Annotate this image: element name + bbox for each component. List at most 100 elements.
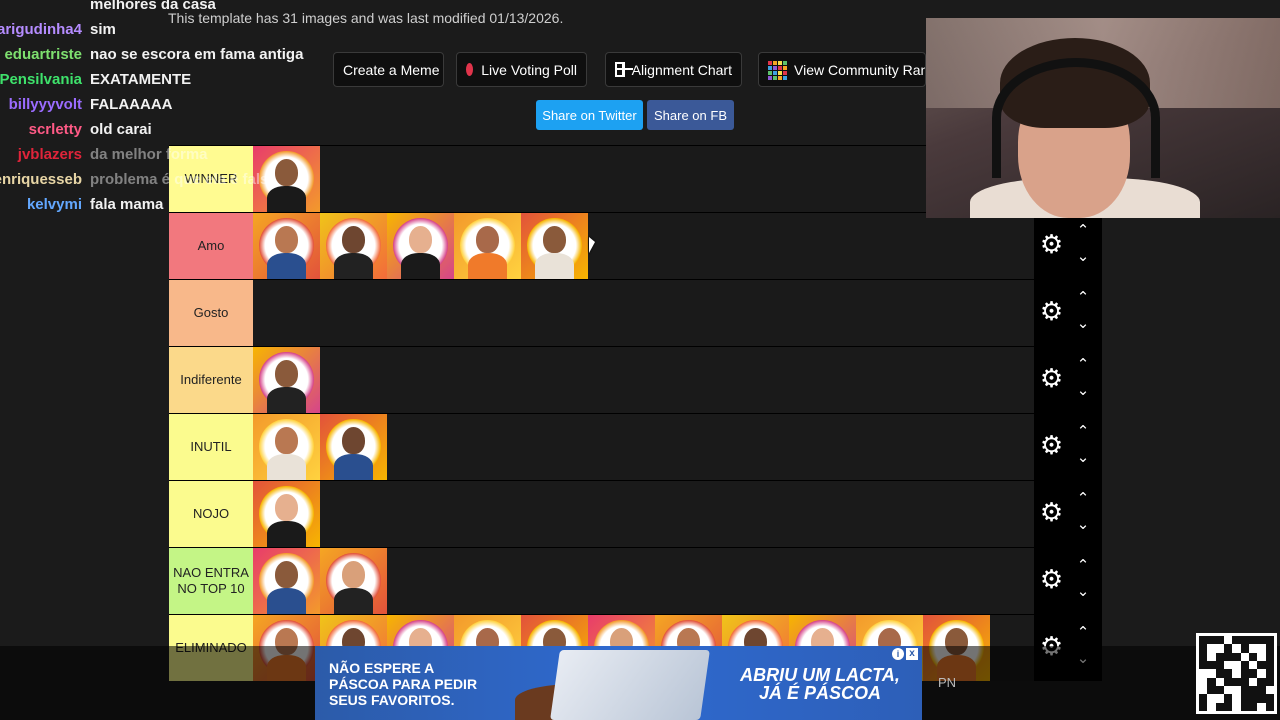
qr-cell bbox=[1248, 685, 1258, 695]
chevron-down-icon[interactable]: ⌄ bbox=[1074, 249, 1092, 264]
chevron-up-icon[interactable]: ⌃ bbox=[1074, 491, 1092, 506]
chat-text: nao se escora em fama antiga bbox=[90, 46, 304, 63]
photo-face bbox=[275, 494, 298, 521]
photo-face bbox=[275, 561, 298, 588]
chevron-up-icon[interactable]: ⌃ bbox=[1074, 223, 1092, 238]
qr-cell bbox=[1199, 669, 1208, 678]
chat-username: scrletty bbox=[28, 121, 82, 138]
ad-banner[interactable]: NÃO ESPERE A PÁSCOA PARA PEDIR SEUS FAVO… bbox=[315, 646, 922, 720]
chat-message: enriquesseb problema é que ela é falsa bbox=[0, 171, 1280, 195]
mouse-cursor-icon bbox=[589, 237, 595, 253]
qr-cell bbox=[1265, 636, 1274, 645]
tier-label[interactable]: Indiferente bbox=[169, 347, 253, 413]
qr-cell bbox=[1240, 702, 1249, 711]
chevron-up-icon[interactable]: ⌃ bbox=[1074, 625, 1092, 640]
qr-cell bbox=[1215, 702, 1224, 711]
qr-cell bbox=[1232, 685, 1241, 695]
photo-body bbox=[267, 387, 306, 413]
tier-label[interactable]: Gosto bbox=[169, 280, 253, 346]
contestant-photo[interactable] bbox=[253, 213, 320, 279]
chat-message: melhores da casa bbox=[0, 0, 1280, 20]
chat-username: arigudinha4 bbox=[0, 21, 82, 38]
qr-cell bbox=[1248, 644, 1258, 653]
tier-label[interactable]: NAO ENTRA NO TOP 10 bbox=[169, 548, 253, 614]
gear-icon[interactable]: ⚙ bbox=[1038, 298, 1065, 325]
qr-cell bbox=[1240, 677, 1249, 686]
contestant-photo[interactable] bbox=[387, 213, 454, 279]
photo-body bbox=[267, 521, 306, 547]
gear-icon[interactable]: ⚙ bbox=[1038, 566, 1065, 593]
qr-cell bbox=[1248, 694, 1258, 703]
ad-product-box-image bbox=[550, 650, 710, 720]
chat-username: eduartriste bbox=[4, 46, 82, 63]
chat-message: kelvymi fala mama bbox=[0, 196, 1280, 220]
photo-face bbox=[342, 561, 365, 588]
contestant-photo[interactable] bbox=[253, 548, 320, 614]
contestant-photo[interactable] bbox=[320, 548, 387, 614]
qr-cell bbox=[1240, 694, 1249, 703]
tier-controls: ⚙ ⌃ ⌄ bbox=[1034, 212, 1102, 279]
qr-cell bbox=[1223, 694, 1233, 703]
contestant-photo[interactable] bbox=[253, 347, 320, 413]
chevron-up-icon[interactable]: ⌃ bbox=[1074, 558, 1092, 573]
tier-label[interactable]: Amo bbox=[169, 213, 253, 279]
qr-cell bbox=[1223, 660, 1233, 670]
chevron-down-icon[interactable]: ⌄ bbox=[1074, 584, 1092, 599]
tier-items bbox=[253, 481, 320, 547]
qr-cell bbox=[1207, 694, 1216, 703]
gear-icon[interactable]: ⚙ bbox=[1038, 231, 1065, 258]
tier-label[interactable]: NOJO bbox=[169, 481, 253, 547]
qr-cell bbox=[1207, 669, 1216, 678]
gear-icon[interactable]: ⚙ bbox=[1038, 499, 1065, 526]
qr-cell bbox=[1240, 636, 1249, 645]
chat-text: melhores da casa bbox=[90, 0, 216, 13]
qr-cell bbox=[1265, 702, 1274, 711]
chevron-up-icon[interactable]: ⌃ bbox=[1074, 357, 1092, 372]
qr-cell bbox=[1240, 660, 1249, 670]
chevron-down-icon[interactable]: ⌄ bbox=[1074, 450, 1092, 465]
tier-controls: ⚙ ⌃ ⌄ bbox=[1034, 279, 1102, 346]
contestant-photo[interactable] bbox=[253, 481, 320, 547]
qr-cell bbox=[1199, 644, 1208, 653]
contestant-photo[interactable] bbox=[454, 213, 521, 279]
chevron-down-icon[interactable]: ⌄ bbox=[1074, 517, 1092, 532]
qr-cell bbox=[1257, 685, 1266, 695]
qr-cell bbox=[1199, 636, 1208, 645]
tier-row: Indiferente bbox=[169, 346, 1034, 413]
tier-controls: ⚙ ⌃ ⌄ bbox=[1034, 346, 1102, 413]
chevron-down-icon[interactable]: ⌄ bbox=[1074, 316, 1092, 331]
contestant-photo[interactable] bbox=[320, 414, 387, 480]
gear-icon[interactable]: ⚙ bbox=[1038, 365, 1065, 392]
contestant-photo[interactable] bbox=[521, 213, 588, 279]
qr-cell bbox=[1265, 669, 1274, 678]
qr-cell bbox=[1265, 644, 1274, 653]
qr-cell bbox=[1199, 702, 1208, 711]
chevron-down-icon[interactable]: ⌄ bbox=[1074, 383, 1092, 398]
chat-username: enriquesseb bbox=[0, 171, 82, 188]
chat-message: eduartriste nao se escora em fama antiga bbox=[0, 46, 1280, 70]
gear-icon[interactable]: ⚙ bbox=[1038, 432, 1065, 459]
ad-close-icon[interactable]: x bbox=[906, 648, 918, 660]
chat-username: billyyyvolt bbox=[8, 96, 82, 113]
qr-cell bbox=[1248, 677, 1258, 686]
qr-cell bbox=[1240, 685, 1249, 695]
photo-body bbox=[334, 588, 373, 614]
tier-controls: ⚙ ⌃ ⌄ bbox=[1034, 413, 1102, 480]
tier-controls: ⚙ ⌃ ⌄ bbox=[1034, 480, 1102, 547]
chat-text: FALAAAAA bbox=[90, 96, 173, 113]
tier-row: Amo bbox=[169, 212, 1034, 279]
photo-face bbox=[342, 427, 365, 454]
chevron-up-icon[interactable]: ⌃ bbox=[1074, 290, 1092, 305]
qr-cell bbox=[1248, 636, 1258, 645]
tier-label[interactable]: INUTIL bbox=[169, 414, 253, 480]
photo-body bbox=[267, 588, 306, 614]
chevron-up-icon[interactable]: ⌃ bbox=[1074, 424, 1092, 439]
chat-text: EXATAMENTE bbox=[90, 71, 192, 88]
contestant-photo[interactable] bbox=[253, 414, 320, 480]
ad-info-icon[interactable]: i bbox=[892, 648, 904, 660]
contestant-photo[interactable] bbox=[320, 213, 387, 279]
photo-body bbox=[468, 253, 507, 279]
qr-cell bbox=[1257, 660, 1266, 670]
qr-cell bbox=[1248, 669, 1258, 678]
qr-cell bbox=[1207, 660, 1216, 670]
